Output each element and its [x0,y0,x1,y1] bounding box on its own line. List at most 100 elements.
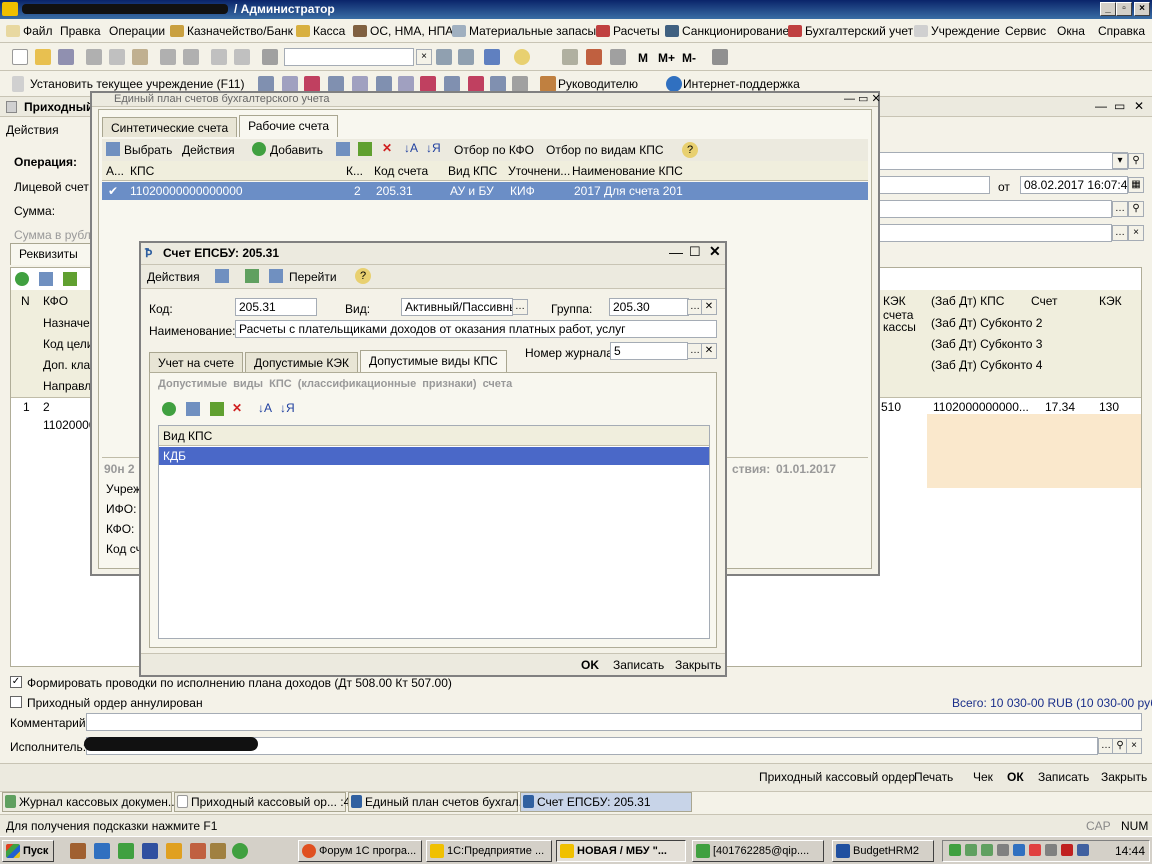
tab-allowed-kek[interactable]: Допустимые КЭК [245,352,359,372]
task-forum[interactable]: Форум 1С програ... [298,840,422,862]
report-icon[interactable] [258,76,274,92]
tab-working[interactable]: Рабочие счета [239,115,339,137]
print-form-button[interactable]: Приходный кассовый ордер [759,770,915,784]
journal-field[interactable]: 5 [610,342,688,360]
menu-edit[interactable]: Правка [60,24,101,38]
menu-cash[interactable]: Касса [296,24,345,38]
copy-icon[interactable] [186,402,200,416]
add-icon[interactable] [162,402,176,416]
menu-fixed-assets[interactable]: ОС, НМА, НПА [353,24,453,38]
table-icon[interactable] [610,49,626,65]
tab-synthetic[interactable]: Синтетические счета [102,117,238,137]
receipt-button[interactable]: Чек [973,770,993,784]
menu-service[interactable]: Сервис [1005,24,1046,38]
report-icon[interactable] [420,76,436,92]
refresh-icon[interactable] [245,269,259,283]
report-icon[interactable] [352,76,368,92]
group-field[interactable]: 205.30 [609,298,689,316]
edit-icon[interactable] [63,272,77,286]
delete-icon[interactable]: ✕ [232,401,242,415]
goto-menu[interactable]: Перейти [289,270,337,284]
menu-operations[interactable]: Операции [109,24,165,38]
minimize-button[interactable]: _ [1100,2,1116,16]
window-tab-journal[interactable]: Журнал кассовых докумен... [2,792,178,812]
quicklaunch-icon[interactable] [166,843,182,859]
menu-settlements[interactable]: Расчеты [596,24,660,38]
window-tab-receipt[interactable]: Приходный кассовый ор... :44 [174,792,357,812]
report-icon[interactable] [328,76,344,92]
tray-icon[interactable] [949,844,961,856]
window-min-icon[interactable]: — ▭ ✕ [844,92,881,105]
copy-icon[interactable] [269,269,283,283]
report-icon[interactable] [468,76,484,92]
menu-inventory[interactable]: Материальные запасы [452,24,596,38]
calculator-icon[interactable] [562,49,578,65]
post-checkbox[interactable]: ✓ [10,676,22,688]
operation-field[interactable] [878,152,1128,170]
memory-plus-button[interactable]: М+ [658,51,675,65]
report-icon[interactable] [282,76,298,92]
menu-accounting[interactable]: Бухгалтерский учет [788,24,913,38]
table-row[interactable]: ✔ 11020000000000000 2 205.31 АУ и БУ КИФ… [102,182,868,200]
window-tab-account[interactable]: Счет ЕПСБУ: 205.31 [520,792,692,812]
cancel-checkbox[interactable] [10,696,22,708]
window-min-icon[interactable]: — [1095,99,1107,113]
save-button[interactable]: Записать [1038,770,1089,784]
menu-treasury[interactable]: Казначейство/Банк [170,24,293,38]
name-field[interactable]: Расчеты с плательщиками доходов от оказа… [235,320,717,338]
date-field[interactable]: 08.02.2017 16:07:44 [1020,176,1128,194]
window-restore-icon[interactable]: ▭ [1114,99,1125,113]
close-icon[interactable]: × [1126,738,1142,754]
cut-icon[interactable] [86,49,102,65]
quicklaunch-icon[interactable] [190,843,206,859]
clear-icon[interactable]: ✕ [701,343,717,359]
add-button[interactable]: Добавить [270,143,323,157]
search-input[interactable] [284,48,414,66]
window-tab-plan[interactable]: Единый план счетов бухгал... [348,792,529,812]
report-icon[interactable] [490,76,506,92]
code-field[interactable]: 205.31 [235,298,317,316]
quicklaunch-icon[interactable] [232,843,248,859]
window-min-icon[interactable]: — [669,244,683,260]
edit-icon[interactable] [358,142,372,156]
type-field[interactable]: Активный/Пассивнь [401,298,513,316]
paste-icon[interactable] [132,49,148,65]
calendar-icon[interactable] [586,49,602,65]
select-button[interactable]: … [512,299,528,315]
new-icon[interactable] [12,49,28,65]
report-icon[interactable] [376,76,392,92]
tray-icon[interactable] [1013,844,1025,856]
copy-icon[interactable] [336,142,350,156]
head-button[interactable]: Руководителю [558,77,638,91]
word-icon[interactable] [142,843,158,859]
undo-icon[interactable] [211,49,227,65]
save-icon[interactable] [215,269,229,283]
menu-file[interactable]: Файл [6,24,53,38]
search-icon[interactable]: ⚲ [1128,201,1144,217]
report-icon[interactable] [304,76,320,92]
redo-icon[interactable] [234,49,250,65]
window-restore-icon[interactable]: ☐ [689,244,701,260]
sort-asc-icon[interactable]: ↓A [404,141,418,155]
search-icon[interactable]: ⚲ [1128,153,1144,169]
sum-rub-field[interactable] [878,224,1112,242]
print-icon[interactable] [160,49,176,65]
copy-icon[interactable] [39,272,53,286]
sort-desc-icon[interactable]: ↓Я [280,401,295,415]
close-icon[interactable]: × [1128,225,1144,241]
ie-icon[interactable] [94,843,110,859]
task-1c[interactable]: 1С:Предприятие ... [426,840,552,862]
print-button[interactable]: Печать [914,770,953,784]
report-icon[interactable] [398,76,414,92]
select-button[interactable]: … [1112,201,1128,217]
tab-requisites[interactable]: Реквизиты [10,243,94,265]
filter-kps-button[interactable]: Отбор по видам КПС [546,143,664,157]
find-prev-icon[interactable] [458,49,474,65]
window-close-icon[interactable]: ✕ [709,243,721,260]
tray-icon[interactable] [981,844,993,856]
clear-icon[interactable]: ✕ [701,299,717,315]
warning-icon[interactable] [1029,844,1041,856]
memory-minus-button[interactable]: М- [682,51,696,65]
memory-button[interactable]: М [638,51,648,65]
tray-icon[interactable] [1045,844,1057,856]
